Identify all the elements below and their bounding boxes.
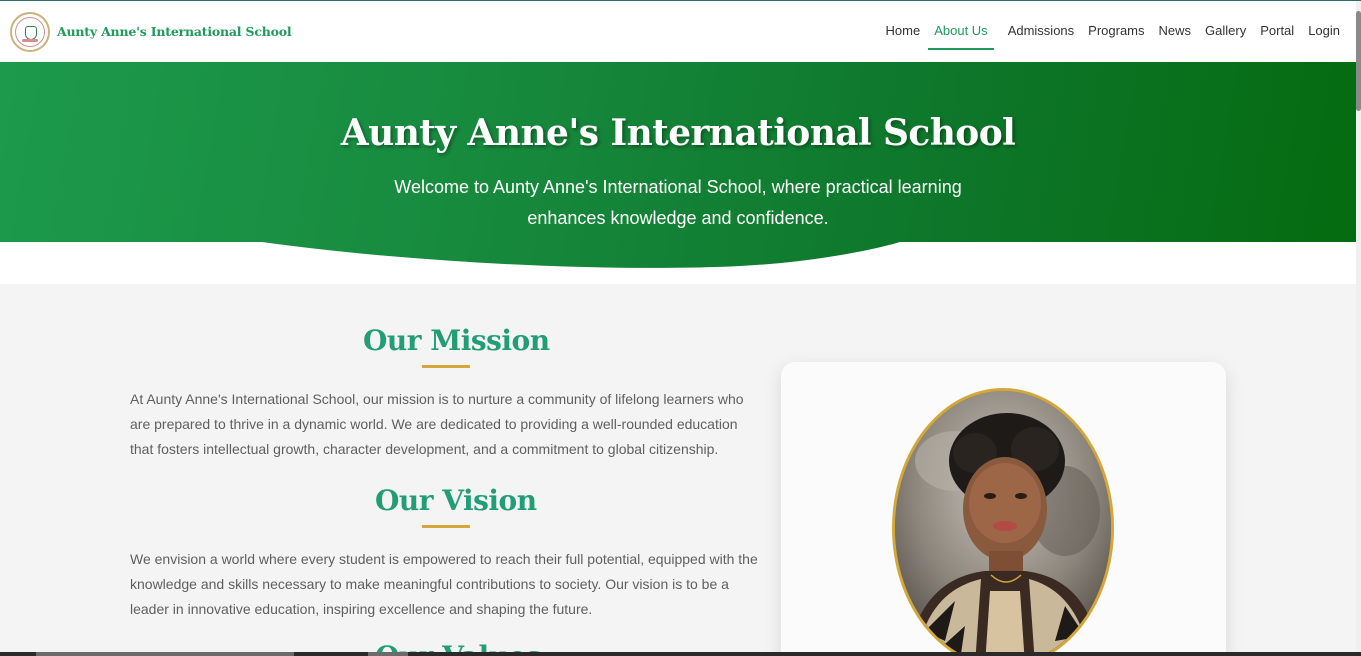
nav-news[interactable]: News: [1159, 1, 1192, 62]
nav-admissions[interactable]: Admissions: [1008, 1, 1074, 62]
mission-title: Our Mission: [363, 324, 550, 357]
school-crest-logo-icon: [10, 11, 50, 52]
principal-card: [781, 362, 1226, 656]
mission-text: At Aunty Anne's International School, ou…: [130, 391, 744, 457]
page-scrollbar[interactable]: [1356, 1, 1361, 656]
nav-login[interactable]: Login: [1308, 1, 1340, 62]
mission-underline: [422, 365, 470, 368]
nav-portal[interactable]: Portal: [1260, 1, 1294, 62]
vision-text: We envision a world where every student …: [130, 551, 758, 617]
about-content: Our Mission At Aunty Anne's Internationa…: [0, 284, 1356, 656]
hero-banner: Aunty Anne's International School Welcom…: [0, 62, 1356, 284]
vision-title: Our Vision: [375, 484, 537, 517]
navbar: Aunty Anne's International School Home A…: [0, 1, 1356, 62]
hero-subtitle: Welcome to Aunty Anne's International Sc…: [394, 177, 962, 228]
nav-gallery[interactable]: Gallery: [1205, 1, 1246, 62]
brand-link[interactable]: Aunty Anne's International School: [10, 11, 292, 52]
nav-home[interactable]: Home: [886, 1, 921, 62]
principal-portrait-icon: [892, 388, 1114, 656]
scrollbar-thumb[interactable]: [1356, 11, 1361, 111]
hero-wave-divider: [0, 242, 1356, 284]
nav-programs[interactable]: Programs: [1088, 1, 1144, 62]
brand-name: Aunty Anne's International School: [57, 24, 292, 39]
vision-underline: [422, 525, 470, 528]
nav-about-us[interactable]: About Us: [928, 1, 995, 62]
bottom-bar: [0, 652, 1361, 656]
main-nav: Home About Us Admissions Programs News G…: [872, 1, 1340, 62]
hero-title: Aunty Anne's International School: [340, 112, 1016, 154]
